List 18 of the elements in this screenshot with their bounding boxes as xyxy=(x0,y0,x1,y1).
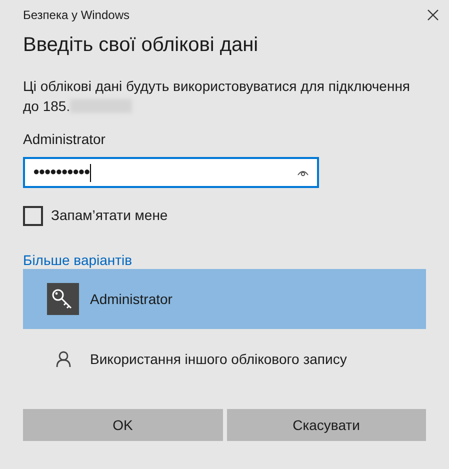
checkbox[interactable] xyxy=(23,206,43,226)
password-value: ●●●●●●●●●● xyxy=(33,165,90,180)
description-text: Ці облікові дані будуть використовуватися для підключення xyxy=(23,77,412,96)
password-field[interactable]: ●●●●●●●●●● xyxy=(23,157,319,188)
ok-button[interactable]: OK xyxy=(23,409,222,441)
dialog-heading: Введіть свої облікові дані xyxy=(23,33,260,58)
more-options-link[interactable]: Більше варіантів xyxy=(23,251,132,269)
key-icon xyxy=(47,283,79,315)
window-title: Безпека у Windows xyxy=(23,7,130,24)
close-icon[interactable] xyxy=(427,9,439,21)
cancel-button[interactable]: Скасувати xyxy=(226,409,426,441)
eye-icon[interactable] xyxy=(297,168,309,176)
account-item[interactable]: Administrator xyxy=(23,269,426,329)
person-icon xyxy=(56,351,70,367)
username-label: Administrator xyxy=(23,130,106,149)
description-text: до 185. xyxy=(23,97,70,116)
account-item[interactable]: Використання іншого облікового запису xyxy=(23,329,426,389)
checkbox-label: Запам’ятати мене xyxy=(51,206,168,225)
